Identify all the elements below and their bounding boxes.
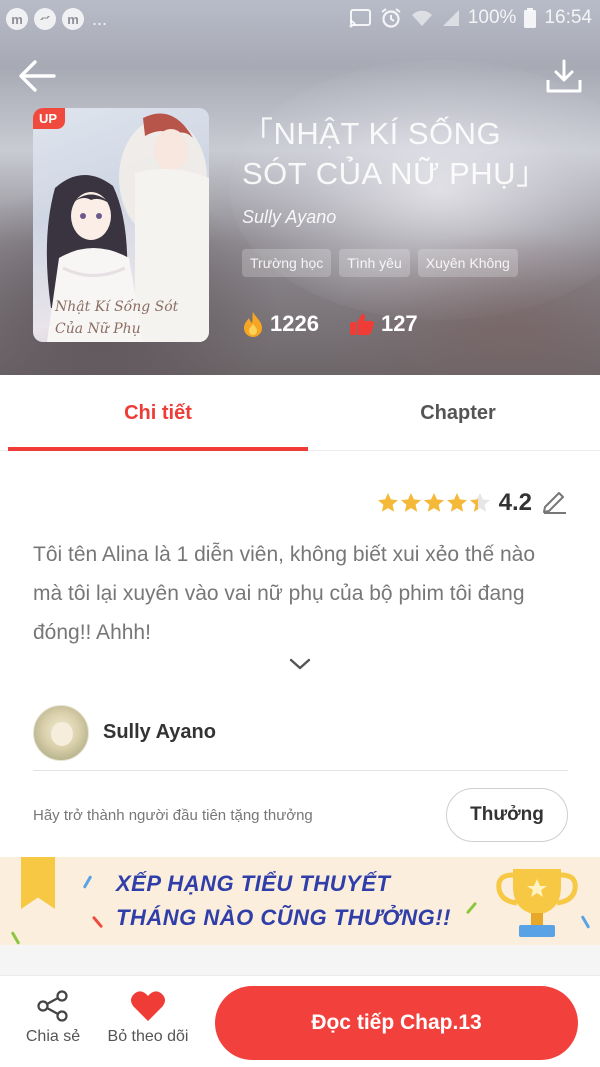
view-count: 1226 (242, 311, 319, 337)
star-icon (377, 493, 398, 512)
status-bar: m m ... 100% 16:54 (0, 0, 600, 40)
author-avatar (33, 704, 89, 761)
tab-chapter[interactable]: Chapter (308, 375, 600, 451)
genre-tags: Trường học Tình yêu Xuyên Không (242, 249, 518, 277)
back-button[interactable] (16, 55, 58, 97)
book-stats: 1226 127 (242, 311, 418, 337)
star-icon (423, 493, 444, 512)
unfollow-button[interactable]: Bỏ theo dõi (100, 990, 196, 1046)
update-badge: UP (33, 108, 66, 129)
book-description: Tôi tên Alina là 1 diễn viên, không biết… (33, 543, 536, 644)
bottom-action-bar: Chia sẻ Bỏ theo dõi Đọc tiếp Chap.13 (0, 975, 600, 1067)
view-count-value: 1226 (270, 311, 319, 336)
unfollow-label: Bỏ theo dõi (107, 1028, 189, 1045)
arrow-left-icon (19, 60, 56, 92)
alarm-icon (380, 7, 402, 29)
ranking-banner[interactable]: XẾP HẠNG TIỂU THUYẾT THÁNG NÀO CŨNG THƯỞ… (0, 857, 600, 945)
cast-icon (348, 8, 372, 28)
author-row[interactable]: Sully Ayano (33, 695, 568, 771)
ribbon-icon (21, 857, 55, 909)
expand-description-button[interactable] (288, 654, 312, 674)
notification-m-icon-2: m (62, 8, 84, 30)
tag-tinh-yeu[interactable]: Tình yêu (339, 249, 410, 277)
flame-icon (244, 312, 262, 337)
book-header: m m ... 100% 16:54 UP Nhật Kí Sống Sót C… (0, 0, 600, 375)
rating-stars (377, 492, 491, 513)
status-indicators: 100% 16:54 (348, 7, 592, 29)
more-notifications: ... (92, 8, 108, 29)
heart-icon (131, 991, 165, 1021)
section-divider (0, 945, 600, 975)
detail-tabs: Chi tiết Chapter (0, 375, 600, 451)
chevron-down-icon (289, 658, 311, 670)
banner-line-2: THÁNG NÀO CŨNG THƯỞNG!! (116, 905, 451, 930)
star-icon (446, 493, 467, 512)
signal-icon (442, 9, 460, 27)
trophy-icon (496, 869, 578, 937)
reward-prompt: Hãy trở thành người đầu tiên tặng thưởng (33, 806, 313, 824)
reward-button[interactable]: Thưởng (446, 788, 568, 842)
share-label: Chia sẻ (25, 1028, 81, 1045)
book-author[interactable]: Sully Ayano (242, 207, 336, 228)
tag-xuyen-khong[interactable]: Xuyên Không (417, 249, 518, 277)
book-title: 「NHẬT KÍ SỐNG SÓT CỦA NỮ PHỤ」 (242, 116, 548, 191)
battery-percentage: 100% (467, 7, 517, 28)
star-half-icon (469, 493, 490, 512)
notification-icons: m m ... (6, 8, 107, 30)
clock: 16:54 (544, 7, 592, 28)
banner-line-1: XẾP HẠNG TIỂU THUYẾT (116, 871, 391, 896)
edit-rating-button[interactable] (540, 486, 568, 519)
battery-icon (524, 8, 537, 28)
share-icon (37, 990, 68, 1022)
pencil-icon (543, 492, 566, 514)
messenger-icon (34, 8, 56, 30)
rating: 4.2 (377, 486, 568, 519)
thumbs-up-icon (349, 313, 374, 335)
book-detail-screen: m m ... 100% 16:54 UP Nhật Kí Sống Sót C… (0, 0, 600, 1067)
continue-reading-button[interactable]: Đọc tiếp Chap.13 (215, 986, 578, 1060)
star-icon (400, 493, 421, 512)
tag-truong-hoc[interactable]: Trường học (242, 249, 332, 277)
notification-m-icon: m (6, 8, 28, 30)
wifi-icon (410, 8, 434, 28)
download-icon (546, 59, 582, 93)
like-count-value: 127 (380, 311, 418, 336)
download-button[interactable] (544, 56, 584, 96)
book-cover[interactable]: UP Nhật Kí Sống Sót Của Nữ Phụ (33, 108, 209, 342)
share-button[interactable]: Chia sẻ (16, 990, 90, 1046)
tab-chi-tiet[interactable]: Chi tiết (8, 375, 308, 451)
author-name: Sully Ayano (103, 721, 216, 743)
reward-row: Hãy trở thành người đầu tiên tặng thưởng… (33, 787, 568, 843)
like-count: 127 (349, 311, 418, 337)
rating-value: 4.2 (498, 488, 532, 516)
cover-title-text: Nhật Kí Sống Sót Của Nữ Phụ (55, 299, 179, 337)
